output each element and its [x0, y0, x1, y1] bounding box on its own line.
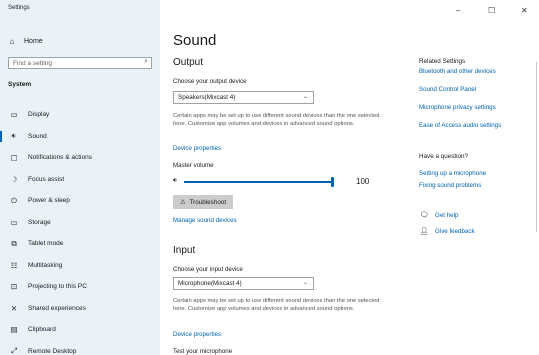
volume-icon[interactable]: 🔉︎: [173, 177, 177, 185]
tablet-mode-icon: ⧉: [11, 238, 17, 248]
output-device-label: Choose your output device: [173, 78, 247, 85]
sidebar-nav-list: ▭ Display 🔉︎ Sound ▢ Notifications & act…: [0, 104, 160, 355]
sidebar-item-focus-assist[interactable]: ☽ Focus assist: [0, 169, 160, 191]
search-box[interactable]: ⌕: [8, 57, 152, 69]
power-icon: ⏻: [11, 195, 17, 205]
volume-slider-fill: [184, 181, 332, 183]
shared-experiences-icon: ✕: [10, 303, 18, 313]
sidebar-item-power-sleep[interactable]: ⏻ Power & sleep: [0, 190, 160, 212]
get-help-label: Get help: [435, 211, 459, 219]
sidebar-item-multitasking[interactable]: ☷ Multitasking: [0, 255, 160, 277]
question-heading: Have a question?: [419, 153, 469, 160]
sidebar-item-label: Sound: [28, 132, 47, 140]
bluetooth-devices-link[interactable]: Bluetooth and other devices: [419, 68, 496, 75]
nav-home-label: Home: [24, 37, 43, 45]
master-volume-value: 100: [356, 177, 370, 186]
troubleshoot-label: Troubleshoot: [189, 198, 227, 206]
sidebar-item-label: Storage: [28, 218, 51, 226]
display-icon: ▭: [10, 110, 18, 120]
sidebar-item-clipboard[interactable]: ▤ Clipboard: [0, 319, 160, 341]
master-volume-label: Master volume: [173, 162, 214, 169]
sidebar: Settings ⌂ Home ⌕ System ▭ Display 🔉︎ So…: [0, 0, 160, 355]
sidebar-item-label: Notifications & actions: [28, 154, 92, 162]
sidebar-item-label: Projecting to this PC: [28, 283, 87, 291]
home-icon: ⌂: [9, 36, 15, 46]
sidebar-item-label: Clipboard: [28, 326, 56, 334]
notifications-icon: ▢: [10, 153, 18, 163]
manage-sound-devices-link[interactable]: Manage sound devices: [173, 217, 237, 224]
chevron-down-icon: ⌄: [302, 94, 308, 100]
output-heading: Output: [173, 57, 204, 68]
input-device-label: Choose your input device: [173, 266, 243, 273]
close-icon[interactable]: ✕: [521, 6, 528, 15]
storage-icon: ▭: [10, 217, 18, 227]
fix-sound-problems-link[interactable]: Fixing sound problems: [419, 182, 481, 189]
sidebar-item-label: Shared experiences: [28, 304, 86, 312]
output-device-dropdown[interactable]: Speakers(Mixcast 4) ⌄: [173, 91, 314, 104]
app-title: Settings: [8, 5, 30, 11]
sidebar-item-label: Remote Desktop: [28, 347, 77, 355]
input-device-dropdown[interactable]: Microphone(Mixcast 4) ⌄: [173, 277, 314, 290]
related-settings-heading: Related Settings: [419, 58, 466, 65]
give-feedback-link[interactable]: 👤︎ Give feedback: [419, 227, 475, 236]
sidebar-item-shared-experiences[interactable]: ✕ Shared experiences: [0, 298, 160, 320]
page-title: Sound: [173, 32, 217, 49]
test-microphone-label: Test your microphone: [173, 348, 233, 355]
warning-icon: ⚠: [179, 198, 186, 206]
get-help-link[interactable]: 🗨︎ Get help: [419, 211, 459, 220]
projector-icon: ⊡: [10, 282, 18, 292]
input-heading: Input: [173, 245, 196, 256]
main-content: – ☐ ✕ Sound Output Choose your output de…: [160, 0, 539, 355]
chevron-down-icon: ⌄: [302, 280, 308, 286]
sidebar-item-tablet-mode[interactable]: ⧉ Tablet mode: [0, 233, 160, 255]
troubleshoot-button[interactable]: ⚠ Troubleshoot: [173, 195, 233, 209]
input-device-properties-link[interactable]: Device properties: [173, 331, 221, 338]
output-device-value: Speakers(Mixcast 4): [178, 94, 236, 101]
give-feedback-label: Give feedback: [435, 227, 475, 235]
sidebar-item-projecting[interactable]: ⊡ Projecting to this PC: [0, 276, 160, 298]
sidebar-item-label: Multitasking: [28, 261, 63, 269]
output-device-properties-link[interactable]: Device properties: [173, 145, 221, 152]
help-icon: 🗨︎: [419, 212, 429, 219]
ease-of-access-audio-link[interactable]: Ease of Access audio settings: [419, 122, 501, 129]
minimize-icon[interactable]: –: [456, 6, 460, 15]
search-input[interactable]: [13, 58, 133, 68]
search-icon[interactable]: ⌕: [144, 58, 148, 66]
sidebar-item-label: Tablet mode: [28, 240, 64, 248]
input-device-value: Microphone(Mixcast 4): [178, 280, 242, 287]
clipboard-icon: ▤: [10, 325, 18, 335]
sidebar-item-remote-desktop[interactable]: ⤢ Remote Desktop: [0, 341, 160, 355]
setup-microphone-link[interactable]: Setting up a microphone: [419, 170, 486, 177]
sidebar-item-display[interactable]: ▭ Display: [0, 104, 160, 126]
output-description: Certain apps may be set up to use differ…: [173, 113, 380, 127]
input-description: Certain apps may be set up to use differ…: [173, 298, 380, 312]
vertical-scrollbar[interactable]: [536, 62, 537, 232]
speaker-icon: 🔉︎: [11, 131, 17, 141]
master-volume-slider[interactable]: [184, 177, 334, 187]
sidebar-item-label: Power & sleep: [28, 197, 70, 205]
sidebar-item-storage[interactable]: ▭ Storage: [0, 212, 160, 234]
maximize-icon[interactable]: ☐: [488, 6, 495, 15]
sidebar-item-label: Display: [28, 111, 50, 119]
sidebar-item-label: Focus assist: [28, 175, 65, 183]
sidebar-section-label: System: [8, 81, 32, 88]
sidebar-item-sound[interactable]: 🔉︎ Sound: [0, 126, 160, 148]
multitasking-icon: ☷: [10, 260, 18, 270]
sidebar-item-notifications[interactable]: ▢ Notifications & actions: [0, 147, 160, 169]
feedback-icon: 👤︎: [419, 228, 429, 235]
sound-control-panel-link[interactable]: Sound Control Panel: [419, 86, 476, 93]
moon-icon: ☽: [10, 174, 18, 184]
remote-desktop-icon: ⤢: [11, 346, 17, 355]
microphone-privacy-link[interactable]: Microphone privacy settings: [419, 104, 496, 111]
volume-slider-thumb[interactable]: [331, 177, 334, 187]
nav-home[interactable]: ⌂ Home: [6, 34, 43, 48]
